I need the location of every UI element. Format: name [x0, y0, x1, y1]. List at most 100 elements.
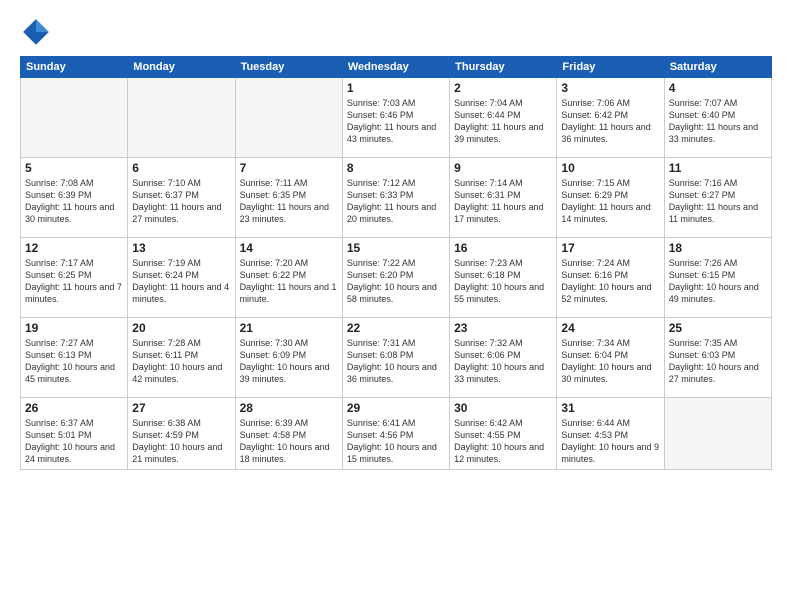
day-number: 15: [347, 241, 445, 255]
calendar-cell: 16Sunrise: 7:23 AM Sunset: 6:18 PM Dayli…: [450, 238, 557, 318]
day-number: 27: [132, 401, 230, 415]
calendar-cell: 29 Sunrise: 6:41 AM Sunset: 4:56 PM Dayli…: [342, 398, 449, 470]
calendar-cell: 6 Sunrise: 7:10 AM Sunset: 6:37 PM Daylig…: [128, 158, 235, 238]
cell-content: Sunrise: 6:39 AM Sunset: 4:58 PM Dayligh…: [240, 417, 338, 466]
calendar-cell: 17Sunrise: 7:24 AM Sunset: 6:16 PM Dayli…: [557, 238, 664, 318]
calendar-cell: 21 Sunrise: 7:30 AM Sunset: 6:09 PM Dayli…: [235, 318, 342, 398]
calendar-cell: 8 Sunrise: 7:12 AM Sunset: 6:33 PM Daylig…: [342, 158, 449, 238]
cell-content: Sunrise: 7:10 AM Sunset: 6:37 PM Dayligh…: [132, 177, 230, 226]
cell-content: Sunrise: 7:06 AM Sunset: 6:42 PM Dayligh…: [561, 97, 659, 146]
week-row-4: 26 Sunrise: 6:37 AM Sunset: 5:01 PM Dayli…: [21, 398, 772, 470]
cell-content: Sunrise: 7:04 AM Sunset: 6:44 PM Dayligh…: [454, 97, 552, 146]
day-number: 31: [561, 401, 659, 415]
cell-content: Sunrise: 7:03 AM Sunset: 6:46 PM Dayligh…: [347, 97, 445, 146]
weekday-header-sunday: Sunday: [21, 57, 128, 78]
calendar-cell: 15 Sunrise: 7:22 AM Sunset: 6:20 PM Dayli…: [342, 238, 449, 318]
cell-content: Sunrise: 7:08 AM Sunset: 6:39 PM Dayligh…: [25, 177, 123, 226]
calendar-cell: 20 Sunrise: 7:28 AM Sunset: 6:11 PM Dayli…: [128, 318, 235, 398]
cell-content: Sunrise: 6:37 AM Sunset: 5:01 PM Dayligh…: [25, 417, 123, 466]
calendar-cell: 12Sunrise: 7:17 AM Sunset: 6:25 PM Dayli…: [21, 238, 128, 318]
cell-content: Sunrise: 7:27 AM Sunset: 6:13 PM Dayligh…: [25, 337, 123, 386]
weekday-header-monday: Monday: [128, 57, 235, 78]
week-row-0: 1 Sunrise: 7:03 AM Sunset: 6:46 PM Daylig…: [21, 78, 772, 158]
weekday-header-wednesday: Wednesday: [342, 57, 449, 78]
day-number: 16: [454, 241, 552, 255]
cell-content: Sunrise: 7:26 AM Sunset: 6:15 PM Dayligh…: [669, 257, 767, 306]
cell-content: Sunrise: 7:12 AM Sunset: 6:33 PM Dayligh…: [347, 177, 445, 226]
day-number: 11: [669, 161, 767, 175]
calendar-header: SundayMondayTuesdayWednesdayThursdayFrid…: [21, 57, 772, 78]
cell-content: Sunrise: 7:35 AM Sunset: 6:03 PM Dayligh…: [669, 337, 767, 386]
calendar-cell: 19 Sunrise: 7:27 AM Sunset: 6:13 PM Dayli…: [21, 318, 128, 398]
cell-content: Sunrise: 7:28 AM Sunset: 6:11 PM Dayligh…: [132, 337, 230, 386]
calendar-cell: 11Sunrise: 7:16 AM Sunset: 6:27 PM Dayli…: [664, 158, 771, 238]
day-number: 19: [25, 321, 123, 335]
day-number: 6: [132, 161, 230, 175]
logo: [20, 16, 56, 48]
cell-content: Sunrise: 7:07 AM Sunset: 6:40 PM Dayligh…: [669, 97, 767, 146]
day-number: 3: [561, 81, 659, 95]
logo-icon: [20, 16, 52, 48]
calendar-cell: 30Sunrise: 6:42 AM Sunset: 4:55 PM Dayli…: [450, 398, 557, 470]
day-number: 4: [669, 81, 767, 95]
day-number: 13: [132, 241, 230, 255]
calendar-cell: 2Sunrise: 7:04 AM Sunset: 6:44 PM Daylig…: [450, 78, 557, 158]
day-number: 5: [25, 161, 123, 175]
cell-content: Sunrise: 6:38 AM Sunset: 4:59 PM Dayligh…: [132, 417, 230, 466]
weekday-header-friday: Friday: [557, 57, 664, 78]
day-number: 7: [240, 161, 338, 175]
calendar-cell: [128, 78, 235, 158]
cell-content: Sunrise: 7:30 AM Sunset: 6:09 PM Dayligh…: [240, 337, 338, 386]
calendar-cell: 9 Sunrise: 7:14 AM Sunset: 6:31 PM Daylig…: [450, 158, 557, 238]
header: [20, 16, 772, 48]
calendar-cell: 26 Sunrise: 6:37 AM Sunset: 5:01 PM Dayli…: [21, 398, 128, 470]
day-number: 14: [240, 241, 338, 255]
day-number: 23: [454, 321, 552, 335]
cell-content: Sunrise: 7:20 AM Sunset: 6:22 PM Dayligh…: [240, 257, 338, 306]
calendar-cell: 31Sunrise: 6:44 AM Sunset: 4:53 PM Dayli…: [557, 398, 664, 470]
day-number: 20: [132, 321, 230, 335]
cell-content: Sunrise: 7:24 AM Sunset: 6:16 PM Dayligh…: [561, 257, 659, 306]
calendar-cell: 23 Sunrise: 7:32 AM Sunset: 6:06 PM Dayli…: [450, 318, 557, 398]
calendar-cell: 3 Sunrise: 7:06 AM Sunset: 6:42 PM Daylig…: [557, 78, 664, 158]
weekday-header-tuesday: Tuesday: [235, 57, 342, 78]
calendar-cell: 22Sunrise: 7:31 AM Sunset: 6:08 PM Dayli…: [342, 318, 449, 398]
day-number: 25: [669, 321, 767, 335]
weekday-row: SundayMondayTuesdayWednesdayThursdayFrid…: [21, 57, 772, 78]
day-number: 26: [25, 401, 123, 415]
cell-content: Sunrise: 6:41 AM Sunset: 4:56 PM Dayligh…: [347, 417, 445, 466]
cell-content: Sunrise: 7:34 AM Sunset: 6:04 PM Dayligh…: [561, 337, 659, 386]
calendar-cell: 10Sunrise: 7:15 AM Sunset: 6:29 PM Dayli…: [557, 158, 664, 238]
weekday-header-thursday: Thursday: [450, 57, 557, 78]
weekday-header-saturday: Saturday: [664, 57, 771, 78]
day-number: 30: [454, 401, 552, 415]
cell-content: Sunrise: 7:32 AM Sunset: 6:06 PM Dayligh…: [454, 337, 552, 386]
calendar-cell: 1 Sunrise: 7:03 AM Sunset: 6:46 PM Daylig…: [342, 78, 449, 158]
calendar-cell: 18 Sunrise: 7:26 AM Sunset: 6:15 PM Dayli…: [664, 238, 771, 318]
day-number: 29: [347, 401, 445, 415]
calendar: SundayMondayTuesdayWednesdayThursdayFrid…: [20, 56, 772, 470]
cell-content: Sunrise: 7:19 AM Sunset: 6:24 PM Dayligh…: [132, 257, 230, 306]
week-row-2: 12Sunrise: 7:17 AM Sunset: 6:25 PM Dayli…: [21, 238, 772, 318]
calendar-cell: 5 Sunrise: 7:08 AM Sunset: 6:39 PM Daylig…: [21, 158, 128, 238]
day-number: 1: [347, 81, 445, 95]
calendar-cell: [21, 78, 128, 158]
cell-content: Sunrise: 7:14 AM Sunset: 6:31 PM Dayligh…: [454, 177, 552, 226]
cell-content: Sunrise: 7:22 AM Sunset: 6:20 PM Dayligh…: [347, 257, 445, 306]
day-number: 12: [25, 241, 123, 255]
cell-content: Sunrise: 7:15 AM Sunset: 6:29 PM Dayligh…: [561, 177, 659, 226]
day-number: 8: [347, 161, 445, 175]
day-number: 28: [240, 401, 338, 415]
calendar-cell: [235, 78, 342, 158]
day-number: 18: [669, 241, 767, 255]
calendar-cell: 4 Sunrise: 7:07 AM Sunset: 6:40 PM Daylig…: [664, 78, 771, 158]
calendar-cell: 7Sunrise: 7:11 AM Sunset: 6:35 PM Daylig…: [235, 158, 342, 238]
cell-content: Sunrise: 7:31 AM Sunset: 6:08 PM Dayligh…: [347, 337, 445, 386]
day-number: 21: [240, 321, 338, 335]
page-container: SundayMondayTuesdayWednesdayThursdayFrid…: [0, 0, 792, 612]
calendar-cell: 27 Sunrise: 6:38 AM Sunset: 4:59 PM Dayli…: [128, 398, 235, 470]
calendar-cell: 28 Sunrise: 6:39 AM Sunset: 4:58 PM Dayli…: [235, 398, 342, 470]
day-number: 9: [454, 161, 552, 175]
calendar-cell: 25 Sunrise: 7:35 AM Sunset: 6:03 PM Dayli…: [664, 318, 771, 398]
calendar-body: 1 Sunrise: 7:03 AM Sunset: 6:46 PM Daylig…: [21, 78, 772, 470]
